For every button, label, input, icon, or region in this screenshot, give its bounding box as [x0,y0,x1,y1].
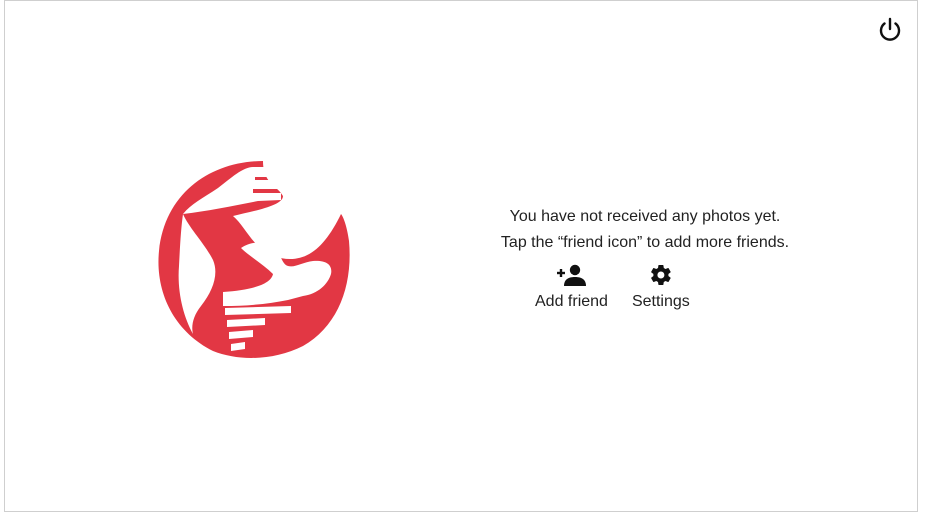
power-icon [879,17,901,41]
app-window: You have not received any photos yet. Ta… [4,0,918,512]
power-button[interactable] [873,13,907,47]
empty-state-line-2: Tap the “friend icon” to add more friend… [500,234,790,251]
add-friend-label: Add friend [535,293,608,310]
person-add-icon [557,264,587,286]
empty-state-line-1: You have not received any photos yet. [509,208,781,225]
add-friend-button[interactable]: Add friend [535,263,608,311]
app-logo [158,161,350,358]
settings-button[interactable]: Settings [632,263,690,311]
empty-state-message: You have not received any photos yet. Ta… [445,204,845,256]
action-bar: Add friend Settings [535,263,690,311]
settings-label: Settings [631,293,690,310]
gear-icon [650,264,671,286]
